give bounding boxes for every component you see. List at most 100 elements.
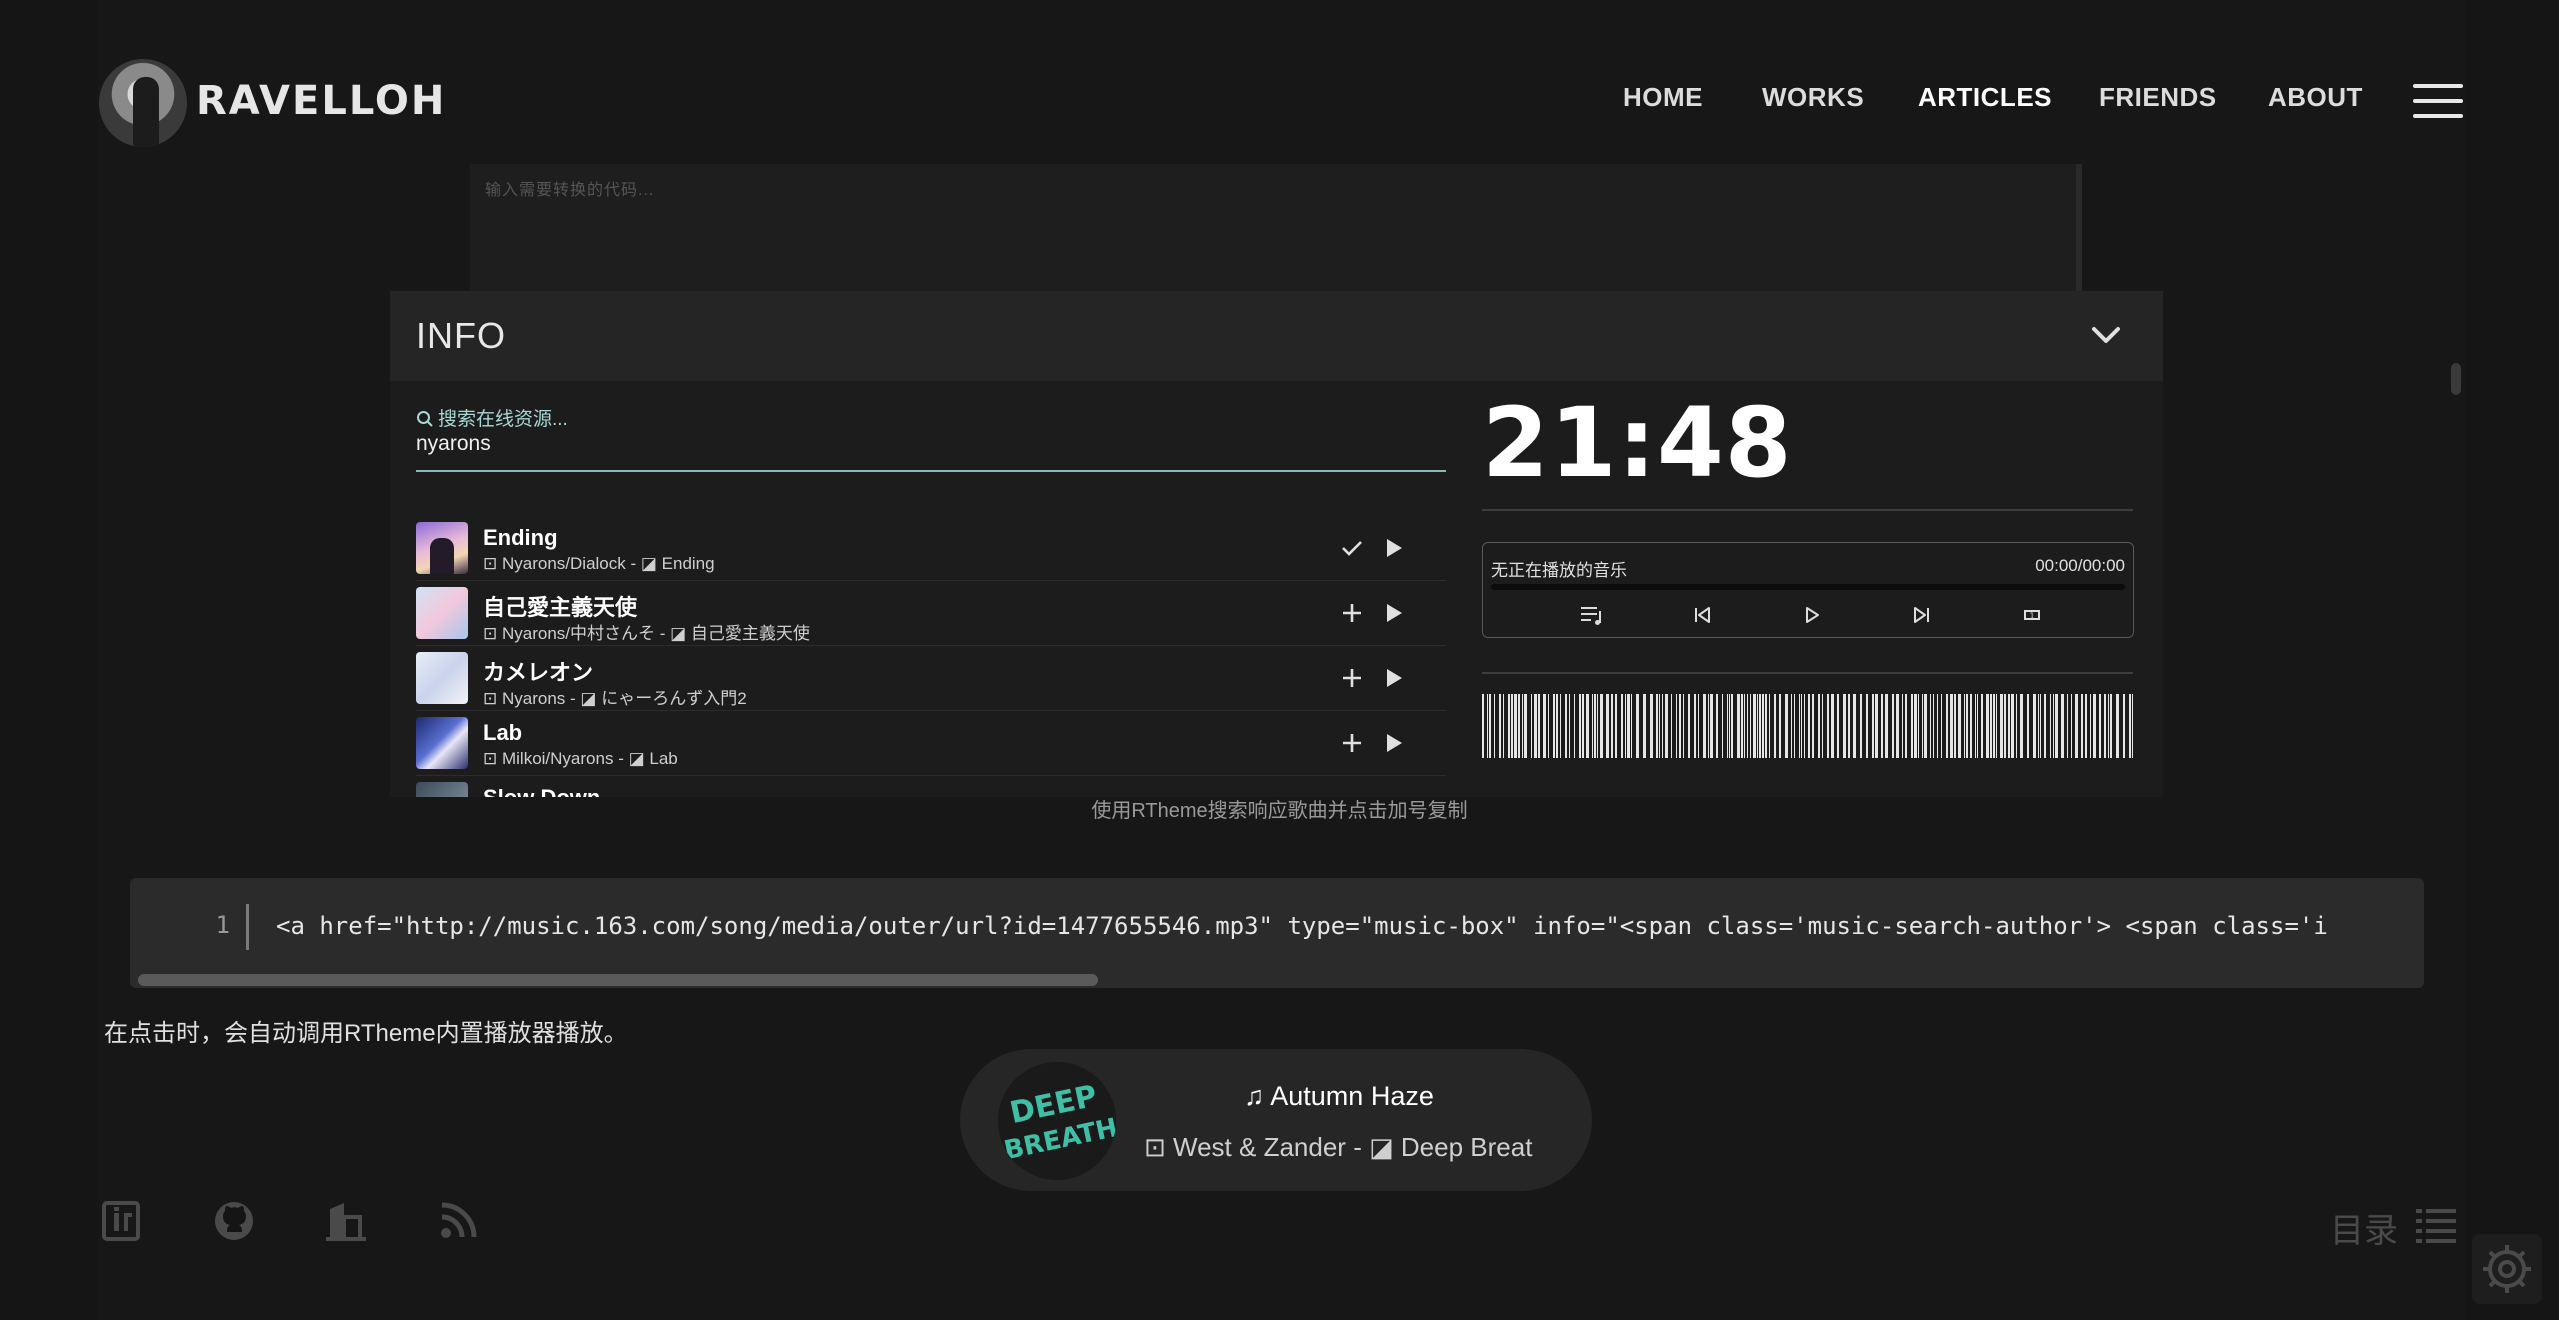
repeat-one-icon[interactable]: 1	[2019, 603, 2045, 627]
visualizer-bar	[1801, 694, 1802, 758]
visualizer-bar	[1990, 694, 1992, 758]
chevron-down-icon[interactable]	[2086, 319, 2126, 353]
visualizer-bar	[1779, 694, 1781, 758]
playlist-icon[interactable]	[1579, 603, 1605, 627]
visualizer-bar	[1615, 694, 1617, 758]
logo-avatar[interactable]	[99, 59, 187, 147]
visualizer-bar	[1636, 694, 1639, 758]
result-item[interactable]: Ending ⊡ Nyarons/Dialock - ◪ Ending	[416, 516, 1446, 581]
settings-button[interactable]	[2472, 1234, 2542, 1304]
result-item[interactable]: Lab ⊡ Milkoi/Nyarons - ◪ Lab	[416, 711, 1446, 776]
logo-text[interactable]: RAVELLOH	[196, 78, 446, 124]
visualizer-bar	[2071, 694, 2072, 758]
visualizer-bar	[1946, 694, 1948, 758]
plus-icon[interactable]	[1340, 601, 1364, 625]
play-icon[interactable]	[1384, 731, 1404, 755]
nav-home[interactable]: HOME	[1623, 82, 1703, 113]
result-item[interactable]: カメレオン ⊡ Nyarons - ◪ にゃーろんず入門2	[416, 646, 1446, 711]
visualizer-bar	[1924, 694, 1927, 758]
visualizer-bar	[1769, 694, 1770, 758]
nav-friends[interactable]: FRIENDS	[2099, 82, 2217, 113]
result-artist: Nyarons/中村さんそ	[501, 624, 656, 643]
result-item[interactable]: 自己愛主義天使 ⊡ Nyarons/中村さんそ - ◪ 自己愛主義天使	[416, 581, 1446, 646]
nav-articles[interactable]: ARTICLES	[1918, 82, 2052, 113]
code-input-placeholder: 输入需要转换的代码...	[485, 182, 655, 199]
result-title: Ending	[483, 525, 558, 550]
info-icon[interactable]	[100, 1199, 144, 1243]
visualizer-bar	[1804, 694, 1805, 758]
play-icon[interactable]	[1384, 601, 1404, 625]
visualizer-bar	[1665, 694, 1668, 758]
visualizer-bar	[1494, 694, 1495, 758]
result-album: Ending	[661, 554, 715, 573]
visualizer-bar	[1808, 694, 1810, 758]
visualizer-bar	[2099, 694, 2101, 758]
search-placeholder-text: 搜索在线资源...	[438, 409, 568, 430]
result-artist: Nyarons	[501, 689, 566, 708]
visualizer-bar	[1881, 694, 1883, 758]
now-playing-card[interactable]: DEEP BREATH ♫ Autumn Haze ⊡ West & Zande…	[960, 1049, 1592, 1191]
nav-about[interactable]: ABOUT	[2268, 82, 2363, 113]
now-playing-title: ♫ Autumn Haze	[1244, 1081, 1434, 1112]
visualizer-bar	[2067, 694, 2068, 758]
visualizer-bar	[1930, 694, 1931, 758]
check-icon[interactable]	[1340, 536, 1364, 560]
plus-icon[interactable]	[1340, 731, 1364, 755]
result-subtitle: ⊡ Nyarons/中村さんそ - ◪ 自己愛主義天使	[483, 624, 810, 643]
play-icon[interactable]	[1384, 666, 1404, 690]
visualizer-bar	[2116, 694, 2119, 758]
album-cover: DEEP BREATH	[998, 1062, 1116, 1180]
visualizer-bar	[1716, 694, 1718, 758]
visualizer-bar	[1757, 694, 1758, 758]
visualizer-bar	[1569, 694, 1570, 758]
visualizer-bar	[1993, 694, 1995, 758]
visualizer-bar	[1511, 694, 1513, 758]
visualizer-bar	[2075, 694, 2078, 758]
visualizer-bar	[1774, 694, 1776, 758]
visualizer-bar	[1489, 694, 1491, 758]
plus-icon[interactable]	[1340, 666, 1364, 690]
play-icon[interactable]	[1384, 536, 1404, 560]
page-scrollbar[interactable]	[2451, 363, 2461, 395]
visualizer-bar	[1503, 694, 1504, 758]
line-number: 1	[215, 911, 230, 939]
visualizer-bar	[1579, 694, 1581, 758]
search-underline	[416, 470, 1446, 472]
site-header: RAVELLOH HOME WORKS ARTICLES FRIENDS ABO…	[0, 0, 2559, 160]
visualizer-bar	[1556, 694, 1558, 758]
search-placeholder: 搜索在线资源...	[416, 404, 568, 431]
progress-bar[interactable]	[1491, 584, 2125, 590]
rss-icon[interactable]	[436, 1199, 480, 1243]
track-title: Autumn Haze	[1270, 1081, 1434, 1111]
artist-icon: ⊡	[483, 749, 498, 768]
gear-icon	[2483, 1245, 2531, 1293]
nav-works[interactable]: WORKS	[1762, 82, 1864, 113]
visualizer-bar	[1765, 694, 1767, 758]
result-subtitle: ⊡ Milkoi/Nyarons - ◪ Lab	[483, 749, 678, 768]
horizontal-scrollbar[interactable]	[138, 974, 1098, 986]
visualizer-bar	[1611, 694, 1613, 758]
note-text: 在点击时，会自动调用RTheme内置播放器播放。	[104, 1020, 628, 1047]
visualizer-bar	[1508, 694, 1510, 758]
github-icon[interactable]	[212, 1199, 256, 1243]
previous-icon[interactable]	[1689, 603, 1715, 627]
visualizer-bar	[1482, 694, 1484, 758]
info-panel-header: INFO	[390, 291, 2163, 381]
visualizer-bar	[1986, 694, 1989, 758]
toc-label[interactable]: 目录	[2330, 1203, 2398, 1252]
album-icon: ◪	[580, 689, 597, 708]
next-icon[interactable]	[1909, 603, 1935, 627]
code-input[interactable]: 输入需要转换的代码...	[470, 164, 2082, 294]
visualizer-bar	[1922, 694, 1923, 758]
visualizer-bar	[2093, 694, 2096, 758]
track-album: Deep Breat	[1400, 1132, 1533, 1162]
menu-icon[interactable]	[2413, 84, 2463, 120]
search-input[interactable]: nyarons	[416, 432, 491, 456]
building-icon[interactable]	[324, 1199, 368, 1243]
music-note-icon: ♫	[1244, 1081, 1265, 1111]
toc-list-icon[interactable]	[2414, 1205, 2458, 1245]
visualizer-bar	[1966, 694, 1968, 758]
play-icon[interactable]	[1799, 603, 1825, 627]
visualizer-bar	[2016, 694, 2017, 758]
visualizer-bar	[1785, 694, 1788, 758]
